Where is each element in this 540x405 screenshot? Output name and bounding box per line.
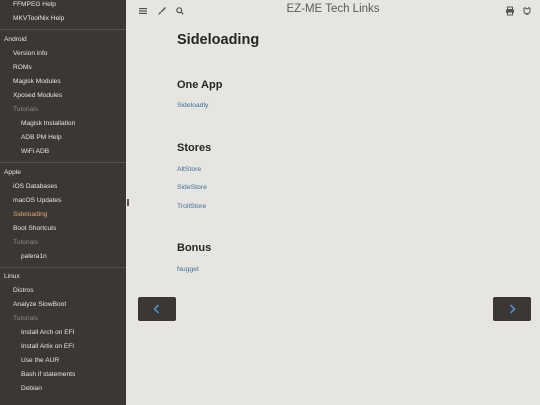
- sidebar-section-android: Android: [4, 36, 27, 43]
- sidebar-group-tutorials: Tutorials: [13, 106, 39, 113]
- section-heading-one-app: One App: [177, 79, 223, 91]
- link-sidestore[interactable]: SideStore: [177, 184, 207, 191]
- chevron-right-icon: [509, 304, 516, 314]
- sidebar-section-linux: Linux: [4, 273, 20, 280]
- sidebar-item-bash-if-statements[interactable]: Bash if statements: [0, 368, 126, 382]
- link-trollstore[interactable]: TrollStore: [177, 203, 206, 210]
- sidebar-item-use-the-aur[interactable]: Use the AUR: [0, 354, 126, 368]
- next-page-button[interactable]: [493, 297, 531, 321]
- link-altstore[interactable]: AltStore: [177, 166, 201, 173]
- sidebar-item-boot-shortcuts[interactable]: Boot Shortcuts: [0, 222, 126, 236]
- sidebar-item-install-arch-efi[interactable]: Install Arch on EFI: [0, 326, 126, 340]
- sidebar-item-version-info[interactable]: Version info: [0, 47, 126, 61]
- sidebar-item-magisk-installation[interactable]: Magisk Installation: [0, 117, 126, 131]
- section-heading-stores: Stores: [177, 142, 212, 154]
- sidebar-resize-handle[interactable]: [127, 199, 129, 206]
- sidebar-item-analyze-slowboot[interactable]: Analyze SlowBoot: [0, 298, 126, 312]
- sidebar: FFMPEG Help MKVToolNix Help Android Vers…: [0, 0, 126, 405]
- github-icon[interactable]: [521, 5, 533, 17]
- sidebar-group-tutorials: Tutorials: [13, 239, 39, 246]
- sidebar-section-apple: Apple: [4, 169, 21, 176]
- link-nugget[interactable]: Nugget: [177, 266, 199, 273]
- previous-page-button[interactable]: [138, 297, 176, 321]
- sidebar-item-magisk-modules[interactable]: Magisk Modules: [0, 75, 126, 89]
- sidebar-item-palera1n[interactable]: palera1n: [0, 250, 126, 264]
- section-heading-bonus: Bonus: [177, 242, 212, 254]
- sidebar-divider: [0, 29, 126, 30]
- site-title: EZ-ME Tech Links: [286, 3, 380, 15]
- sidebar-item-xposed-modules[interactable]: Xposed Modules: [0, 89, 126, 103]
- sidebar-divider: [0, 267, 126, 268]
- sidebar-divider: [0, 162, 126, 163]
- sidebar-item-macos-updates[interactable]: macOS Updates: [0, 194, 126, 208]
- sidebar-item-mkvtoolnix-help[interactable]: MKVToolNix Help: [0, 12, 126, 26]
- sidebar-item-roms[interactable]: ROMs: [0, 61, 126, 75]
- sidebar-item-ios-databases[interactable]: iOS Databases: [0, 180, 126, 194]
- sidebar-group-tutorials: Tutorials: [13, 315, 39, 322]
- sidebar-item-debian[interactable]: Debian: [0, 382, 126, 396]
- page-title: Sideloading: [177, 32, 260, 48]
- sidebar-item-adb-pm-help[interactable]: ADB PM Help: [0, 131, 126, 145]
- sidebar-item-wifi-adb[interactable]: WiFi ADB: [0, 145, 126, 159]
- print-icon[interactable]: [504, 5, 516, 17]
- link-sideloadly[interactable]: Sideloadly: [177, 102, 208, 109]
- chevron-left-icon: [153, 304, 160, 314]
- sidebar-item-distros[interactable]: Distros: [0, 284, 126, 298]
- sidebar-item-ffmpeg-help[interactable]: FFMPEG Help: [0, 0, 126, 12]
- sidebar-item-install-artix-efi[interactable]: Install Artix on EFI: [0, 340, 126, 354]
- sidebar-item-sideloading[interactable]: Sideloading: [0, 208, 126, 222]
